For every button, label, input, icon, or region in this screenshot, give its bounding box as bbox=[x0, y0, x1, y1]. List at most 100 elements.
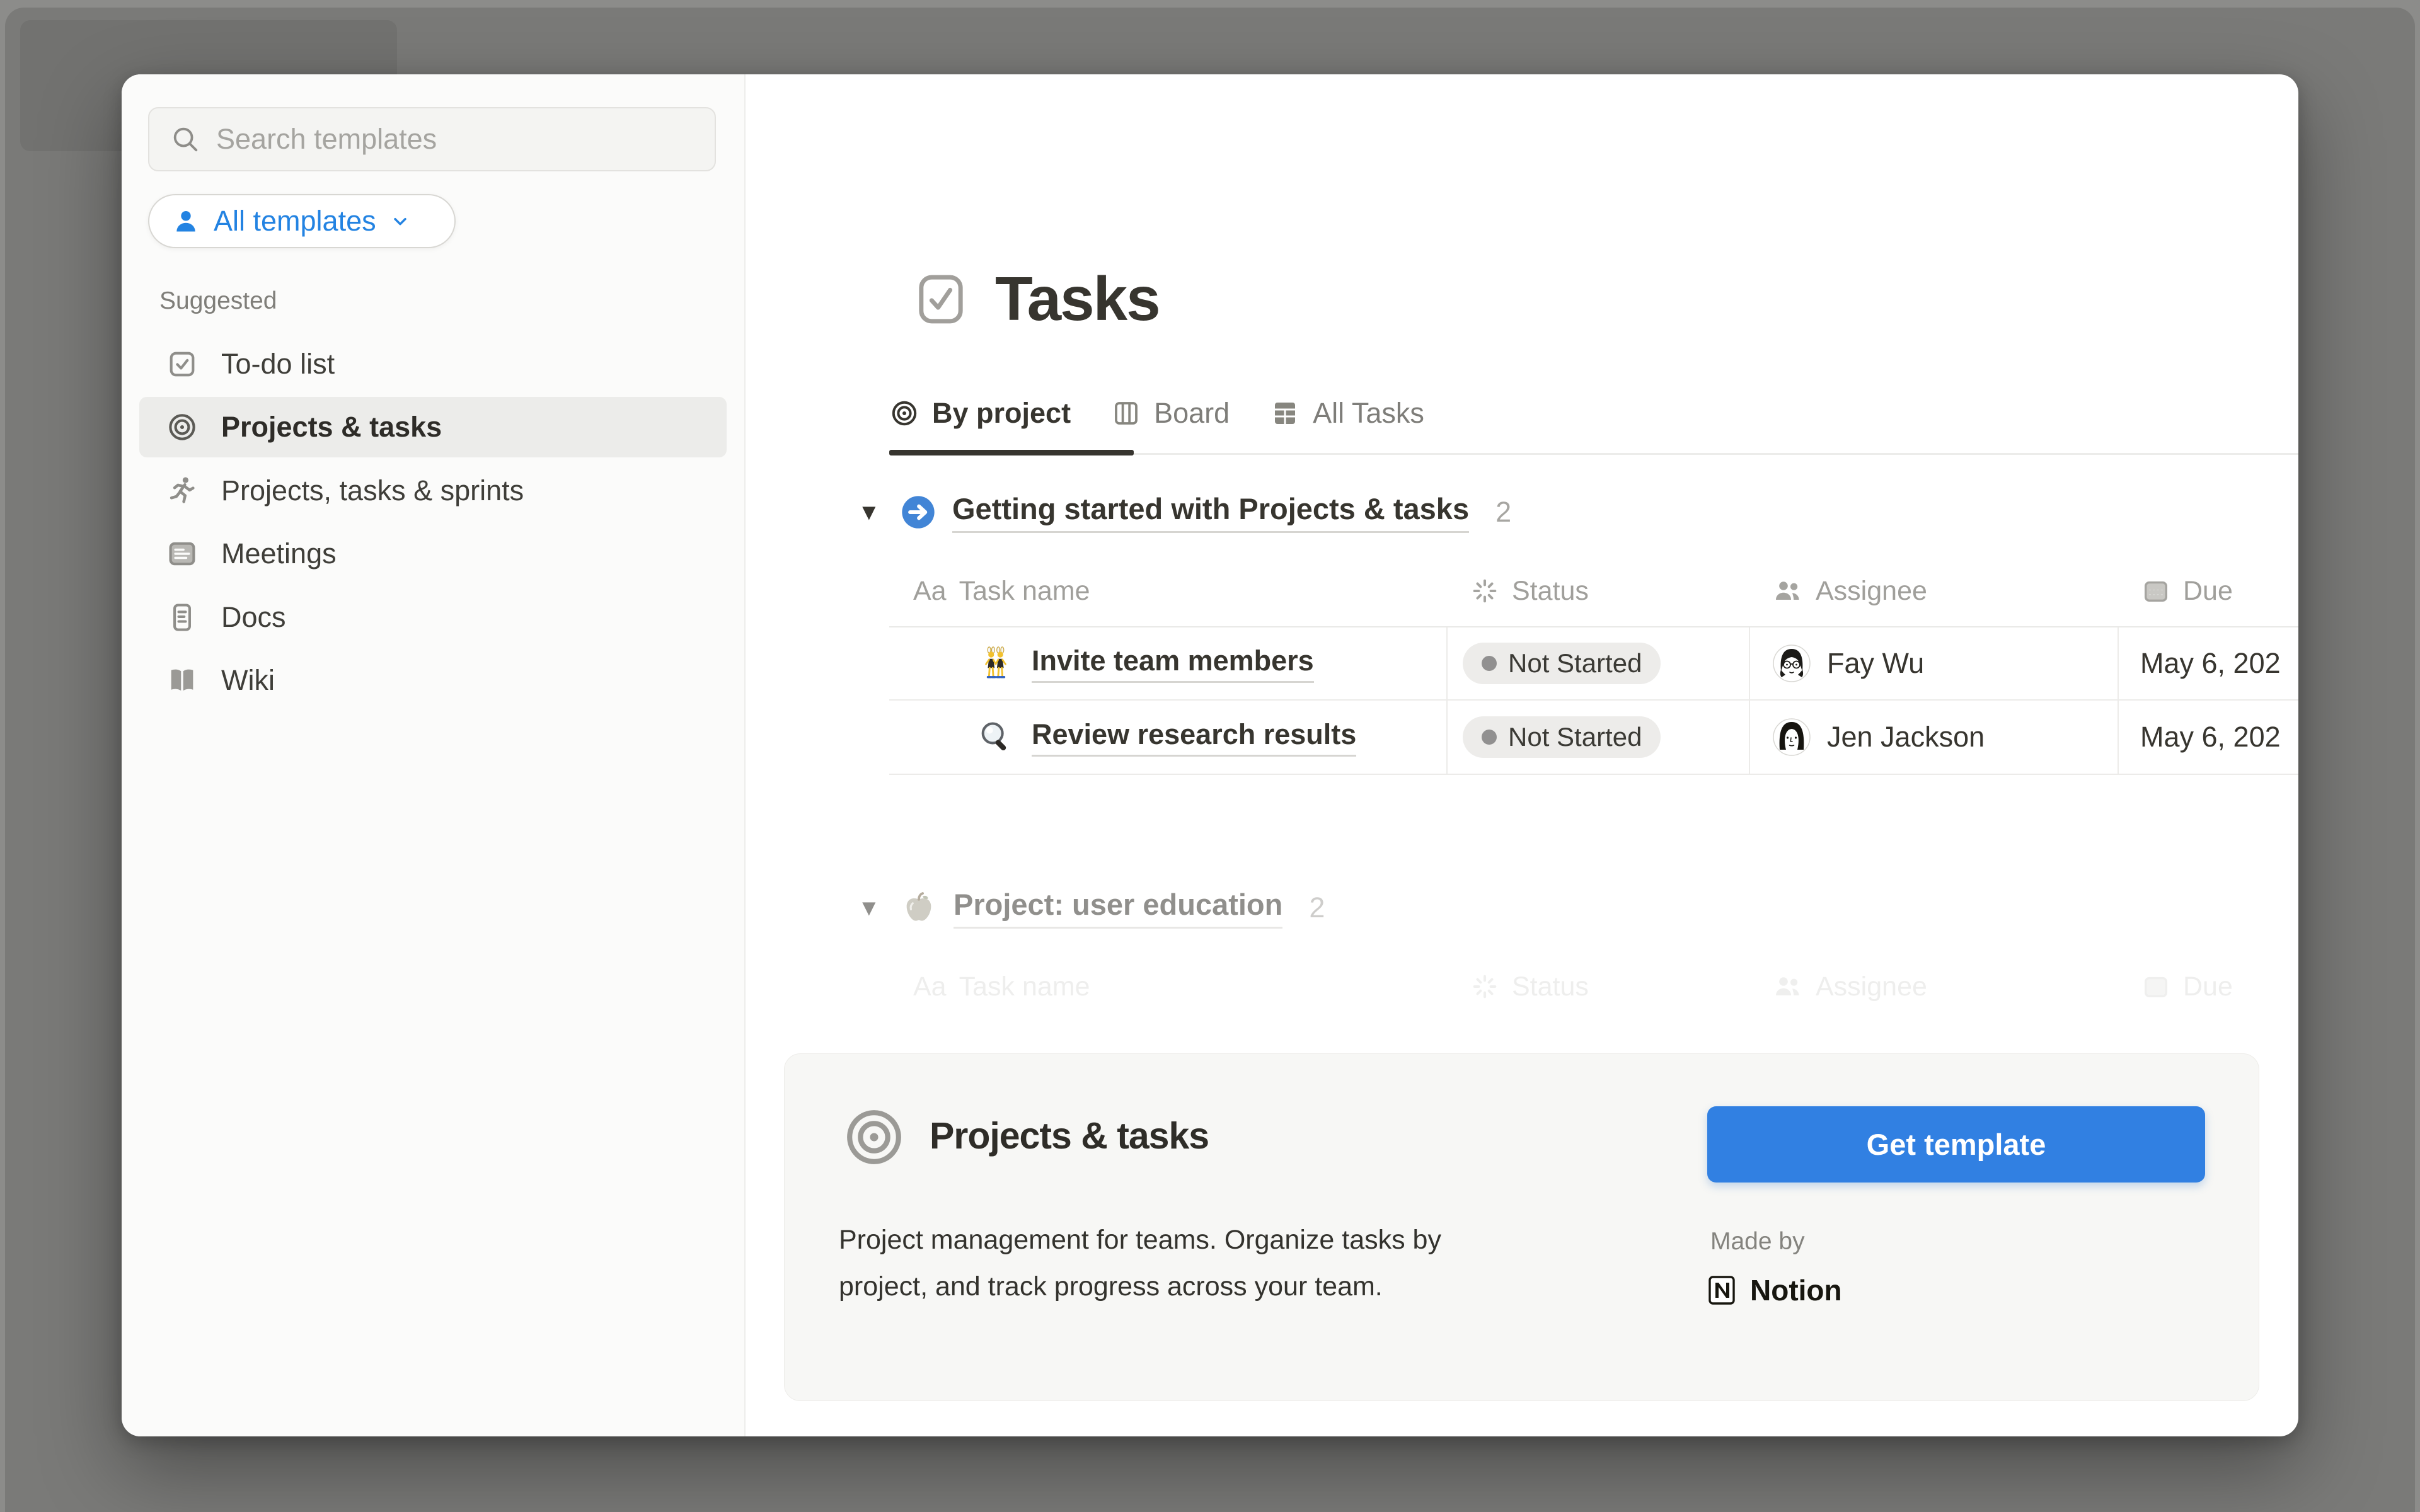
avatar bbox=[1773, 644, 1811, 682]
sidebar-item-projects-tasks[interactable]: Projects & tasks bbox=[139, 397, 727, 457]
status-label: Not Started bbox=[1508, 722, 1642, 752]
sidebar-item-docs[interactable]: Docs bbox=[139, 587, 727, 648]
task-name-cell[interactable]: Review research results bbox=[889, 701, 1446, 774]
column-header-status[interactable]: Status bbox=[1446, 556, 1749, 626]
status-label: Not Started bbox=[1508, 648, 1642, 679]
text-Aa-icon: Aa bbox=[913, 576, 947, 607]
all-templates-filter-dropdown[interactable]: All templates bbox=[148, 194, 456, 248]
template-info-card: Projects & tasks Project management for … bbox=[784, 1053, 2259, 1401]
faded-table-header: Aa Task name Status bbox=[889, 951, 2298, 1022]
target-icon bbox=[166, 411, 199, 444]
column-label: Status bbox=[1512, 576, 1589, 607]
group-title-link[interactable]: Project: user education bbox=[954, 887, 1282, 929]
column-header-assignee: Assignee bbox=[1749, 951, 2118, 1022]
sidebar-item-projects-tasks-sprints[interactable]: Projects, tasks & sprints bbox=[139, 461, 727, 521]
meeting-notes-icon bbox=[166, 537, 199, 570]
page-title-row: Tasks bbox=[913, 263, 1160, 335]
task-row[interactable]: Invite team members Not Started bbox=[889, 626, 2298, 701]
group-count: 2 bbox=[1495, 496, 1511, 529]
group-header-getting-started: ▼ Getting started with Projects & tasks … bbox=[858, 491, 1511, 533]
tab-all-tasks[interactable]: All Tasks bbox=[1270, 384, 1424, 442]
column-header-status: Status bbox=[1446, 951, 1749, 1022]
status-badge: Not Started bbox=[1463, 716, 1661, 758]
active-tab-underline bbox=[889, 450, 1134, 455]
assignee-cell[interactable]: Jen Jackson bbox=[1749, 701, 2118, 774]
template-gallery-modal: Search templates All templates Suggested… bbox=[122, 74, 2298, 1436]
view-tabs: By project Board All Tasks bbox=[889, 384, 1424, 442]
description-line: Project management for teams. Organize t… bbox=[839, 1217, 1441, 1263]
search-input[interactable]: Search templates bbox=[148, 107, 716, 171]
tab-by-project[interactable]: By project bbox=[889, 384, 1071, 442]
task-row[interactable]: Review research results Not Started bbox=[889, 701, 2298, 775]
due-date-cell[interactable]: May 6, 202 bbox=[2118, 701, 2298, 774]
collapse-toggle-icon[interactable]: ▼ bbox=[858, 895, 885, 921]
task-name-link[interactable]: Review research results bbox=[1032, 718, 1356, 757]
avatar bbox=[1773, 718, 1811, 756]
status-cell[interactable]: Not Started bbox=[1446, 627, 1749, 699]
apple-emoji-icon bbox=[901, 890, 937, 926]
template-preview-pane: Tasks By project Board bbox=[746, 74, 2298, 1436]
table-body: Invite team members Not Started bbox=[889, 626, 2298, 775]
sidebar-item-to-do-list[interactable]: To-do list bbox=[139, 334, 727, 394]
maker-row: Notion bbox=[1707, 1273, 1842, 1307]
sidebar-item-label: Wiki bbox=[221, 664, 275, 697]
search-icon bbox=[171, 125, 200, 154]
get-template-button[interactable]: Get template bbox=[1707, 1106, 2205, 1183]
status-dot-icon bbox=[1482, 730, 1497, 745]
column-header-due: Due bbox=[2118, 951, 2298, 1022]
table-header-row: Aa Task name Status bbox=[889, 556, 2298, 626]
collapse-toggle-icon[interactable]: ▼ bbox=[858, 499, 885, 525]
group-header-user-education: ▼ Project: user education 2 bbox=[858, 887, 1325, 929]
tasks-table: Aa Task name Status bbox=[889, 556, 2298, 775]
blue-circle-arrow-icon bbox=[901, 495, 936, 530]
tab-label: By project bbox=[932, 397, 1071, 430]
tab-label: Board bbox=[1154, 397, 1230, 430]
button-label: Get template bbox=[1867, 1127, 2046, 1162]
magnifier-emoji-icon bbox=[977, 719, 1014, 755]
column-label: Task name bbox=[959, 576, 1090, 607]
due-date-cell[interactable]: May 6, 202 bbox=[2118, 627, 2298, 699]
description-line: project, and track progress across your … bbox=[839, 1263, 1441, 1310]
person-icon bbox=[172, 207, 200, 235]
page-title: Tasks bbox=[995, 263, 1160, 335]
column-header-assignee[interactable]: Assignee bbox=[1749, 556, 2118, 626]
column-label: Task name bbox=[959, 971, 1090, 1002]
column-header-task-name[interactable]: Aa Task name bbox=[889, 556, 1446, 626]
column-header-task-name: Aa Task name bbox=[889, 951, 1446, 1022]
people-icon bbox=[1773, 576, 1803, 606]
calendar-icon bbox=[2141, 576, 2170, 605]
search-placeholder: Search templates bbox=[216, 123, 437, 156]
task-name-link[interactable]: Invite team members bbox=[1032, 644, 1314, 683]
group-count: 2 bbox=[1309, 891, 1325, 924]
people-icon bbox=[1773, 971, 1803, 1002]
sidebar-item-wiki[interactable]: Wiki bbox=[139, 650, 727, 711]
document-icon bbox=[166, 601, 199, 634]
column-header-due[interactable]: Due bbox=[2118, 556, 2298, 626]
assignee-name: Fay Wu bbox=[1827, 647, 1924, 680]
dancers-emoji-icon bbox=[977, 645, 1014, 682]
column-label: Status bbox=[1512, 971, 1589, 1002]
template-sidebar: Search templates All templates Suggested… bbox=[122, 74, 746, 1436]
sidebar-item-label: Projects, tasks & sprints bbox=[221, 474, 524, 507]
group-title-link[interactable]: Getting started with Projects & tasks bbox=[952, 491, 1469, 533]
book-icon bbox=[166, 664, 199, 697]
column-label: Due bbox=[2183, 971, 2233, 1002]
column-label: Assignee bbox=[1816, 971, 1927, 1002]
suggested-section-label: Suggested bbox=[159, 287, 277, 315]
task-name-cell[interactable]: Invite team members bbox=[889, 627, 1446, 699]
assignee-cell[interactable]: Fay Wu bbox=[1749, 627, 2118, 699]
assignee-name: Jen Jackson bbox=[1827, 721, 1985, 753]
status-cell[interactable]: Not Started bbox=[1446, 701, 1749, 774]
tab-label: All Tasks bbox=[1313, 397, 1424, 430]
maker-name: Notion bbox=[1750, 1273, 1842, 1307]
calendar-icon bbox=[2141, 972, 2170, 1001]
runner-icon bbox=[166, 474, 199, 507]
chevron-down-icon bbox=[390, 211, 410, 231]
filter-label: All templates bbox=[214, 205, 376, 238]
column-label: Due bbox=[2183, 576, 2233, 607]
status-spinner-icon bbox=[1470, 576, 1499, 605]
tab-board[interactable]: Board bbox=[1111, 384, 1230, 442]
sidebar-item-meetings[interactable]: Meetings bbox=[139, 524, 727, 584]
made-by-label: Made by bbox=[1710, 1228, 1805, 1256]
board-columns-icon bbox=[1111, 398, 1141, 428]
